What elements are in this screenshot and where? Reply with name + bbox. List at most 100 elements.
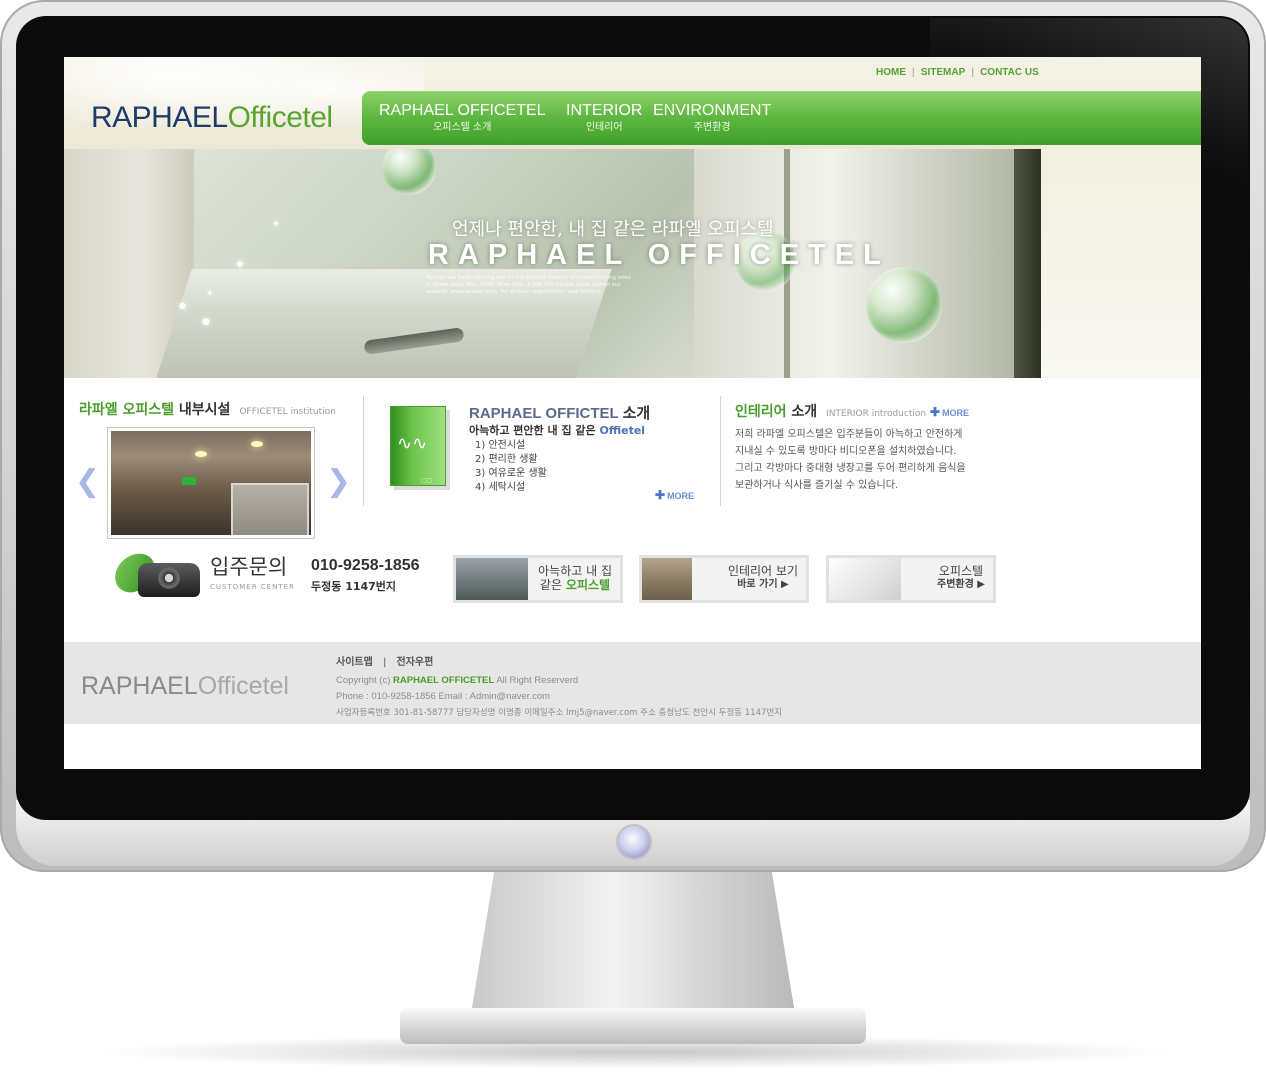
telephone-icon	[109, 549, 204, 601]
intro-title-en: RAPHAEL OFFICTEL	[469, 405, 619, 422]
list-item: 1) 안전시설	[475, 440, 526, 451]
sparkle-icon: ✦	[234, 257, 246, 273]
wave-logo-icon: ∿∿	[397, 433, 428, 454]
interior-description: 저희 라파엘 오피스텔은 입주분들이 아늑하고 안전하게 지내실 수 있도록 방…	[735, 426, 1005, 494]
hero-small-text: Asadal has been running one of the bigge…	[426, 275, 631, 295]
interior-more-link[interactable]: ✚ MORE	[930, 405, 969, 419]
box-label: ▢▢	[421, 477, 433, 484]
more-label: MORE	[942, 408, 970, 418]
list-item: 3) 여유로운 생활	[475, 468, 547, 479]
hero-title-english: RAPHAEL OFFICETEL	[428, 239, 890, 271]
footer-business-info: 사업자등록번호 301-81-58777 담당자성명 이명종 이메일주소 lmj…	[336, 708, 783, 718]
list-item: 4) 세탁시설	[475, 482, 526, 493]
building-photo	[642, 558, 692, 600]
phone-dial	[158, 567, 180, 589]
banner-line2-b: 오피스텔	[565, 578, 611, 592]
pen-sketch-image	[829, 558, 901, 600]
product-box-image: ∿∿ ▢▢	[390, 406, 446, 486]
site-footer: RAPHAELOfficetel 사이트맵 | 전자우편 Copyright (c)…	[64, 642, 1201, 724]
footer-links: 사이트맵 | 전자우편	[336, 653, 433, 668]
elevator-door	[231, 483, 309, 535]
contact-title: 입주문의	[210, 555, 288, 579]
banner-line1: 아늑하고 내 집	[538, 564, 612, 578]
interior-title-sub: INTERIOR introduction	[826, 409, 927, 419]
main-nav-label-en: ENVIRONMENT	[653, 102, 772, 119]
main-nav-item-interior[interactable]: INTERIOR 인테리어	[566, 102, 642, 136]
sparkle-icon: ✦	[206, 289, 214, 299]
main-nav-label-ko: 오피스텔 소개	[433, 122, 492, 133]
main-nav-item-environment[interactable]: ENVIRONMENT 주변환경	[653, 102, 771, 136]
ceiling-light	[251, 441, 263, 447]
top-nav-home[interactable]: HOME	[870, 67, 912, 78]
site-logo[interactable]: RAPHAELOfficetel	[91, 101, 333, 135]
contact-phone-number: 010-9258-1856	[311, 557, 420, 574]
chevron-left-icon[interactable]: ❮	[75, 467, 100, 497]
banner-line2: 주변환경 ▶	[937, 579, 985, 590]
monitor-stand-base	[400, 1008, 866, 1044]
logo-word-officetel: Officetel	[227, 101, 334, 134]
copyright-suffix: All Right Reserverd	[496, 675, 579, 686]
globe-bubble-icon	[382, 149, 436, 195]
intro-title-ko: 소개	[622, 405, 651, 422]
intro-more-link[interactable]: ✚ MORE	[655, 488, 694, 502]
sparkle-icon: ●	[179, 301, 186, 310]
top-nav-contact[interactable]: CONTAC US	[974, 67, 1045, 78]
footer-link-separator: |	[382, 657, 387, 668]
banner-line1: 오피스텔	[938, 564, 984, 578]
interior-line: 보관하거나 식사를 즐기실 수 있습니다.	[735, 480, 899, 491]
intro-title: RAPHAEL OFFICTEL 소개	[469, 402, 650, 423]
list-item: 2) 편리한 생활	[475, 454, 538, 465]
contact-address: 두정동 1147번지	[311, 580, 397, 593]
interior-title-green: 인테리어	[735, 404, 787, 420]
banner-line1: 인테리어 보기	[727, 564, 798, 578]
section-divider	[363, 396, 364, 506]
facility-photo-frame[interactable]	[107, 427, 315, 539]
globe-bubble-icon	[866, 267, 942, 343]
interior-line: 지내실 수 있도록 방마다 비디오폰을 설치하였습니다.	[735, 446, 957, 457]
facility-photo	[111, 431, 311, 535]
hero-title-korean: 언제나 편안한, 내 집 같은 라파엘 오피스텔	[452, 219, 774, 240]
more-label: MORE	[667, 491, 695, 501]
section-divider	[720, 396, 721, 506]
sparkle-icon: ✦	[272, 219, 281, 230]
top-nav-sitemap[interactable]: SITEMAP	[915, 67, 971, 78]
main-nav-label-en: INTERIOR	[566, 102, 643, 119]
main-nav-item-officetel[interactable]: RAPHAEL OFFICETEL 오피스텔 소개	[379, 102, 546, 136]
exit-sign	[182, 477, 196, 485]
facility-title-green: 라파엘 오피스텔	[79, 402, 175, 418]
contact-subtitle: CUSTOMER CENTER	[210, 583, 295, 591]
banner-interior[interactable]: 인테리어 보기 바로 가기 ▶	[639, 555, 809, 603]
interior-line: 그리고 각방마다 중대형 냉장고를 두어 편리하게 음식을	[735, 463, 966, 474]
copyright-prefix: Copyright (c)	[336, 675, 391, 686]
footer-logo: RAPHAELOfficetel	[81, 672, 289, 701]
footer-contact-line: Phone : 010-9258-1856 Email : Admin@nave…	[336, 691, 551, 702]
banner-line2: 바로 가기 ▶	[737, 579, 789, 590]
building-photo	[456, 558, 528, 600]
ceiling-light	[195, 451, 207, 457]
chevron-right-icon[interactable]: ❯	[326, 467, 351, 497]
interior-section-title: 인테리어 소개 INTERIOR introduction	[735, 401, 926, 421]
website-screen: RAPHAELOfficetel HOME | SITEMAP | CONTAC…	[64, 57, 1201, 769]
footer-logo-word2: Officetel	[197, 672, 289, 700]
banner-officetel[interactable]: 아늑하고 내 집 같은 오피스텔	[453, 555, 623, 603]
main-nav-label-ko: 주변환경	[693, 122, 731, 133]
header-right-pane	[1041, 145, 1201, 378]
footer-link-sitemap[interactable]: 사이트맵	[336, 657, 373, 668]
interior-line: 저희 라파엘 오피스텔은 입주분들이 아늑하고 안전하게	[735, 429, 963, 440]
sparkle-icon: ●	[202, 317, 210, 327]
plus-icon: ✚	[930, 405, 941, 419]
hero-dark-edge	[1014, 149, 1041, 378]
footer-link-email[interactable]: 전자우편	[396, 657, 433, 668]
facility-title-dark: 내부시설	[178, 402, 231, 418]
intro-subtitle: 아늑하고 편안한 내 집 같은 Offietel	[469, 422, 645, 438]
intro-feature-list: 1) 안전시설 2) 편리한 생활 3) 여유로운 생활 4) 세탁시설	[475, 439, 547, 495]
main-nav-label-ko: 인테리어	[585, 122, 623, 133]
banner-environment[interactable]: 오피스텔 주변환경 ▶	[826, 555, 996, 603]
main-nav-bar: RAPHAEL OFFICETEL 오피스텔 소개 INTERIOR 인테리어 …	[362, 91, 1201, 145]
power-button-icon[interactable]	[618, 826, 650, 858]
hero-banner: ✦ ✦ ✦ ● ● 언제나 편안한, 내 집 같은 라파엘 오피스텔 RAPHA…	[64, 149, 1041, 378]
intro-subtitle-accent: Offietel	[599, 424, 646, 437]
facility-section-title: 라파엘 오피스텔 내부시설 OFFICETEL institution	[79, 399, 336, 419]
logo-word-raphael: RAPHAEL	[91, 101, 228, 134]
footer-copyright: Copyright (c) RAPHAEL OFFICETEL All Righ…	[336, 675, 578, 686]
